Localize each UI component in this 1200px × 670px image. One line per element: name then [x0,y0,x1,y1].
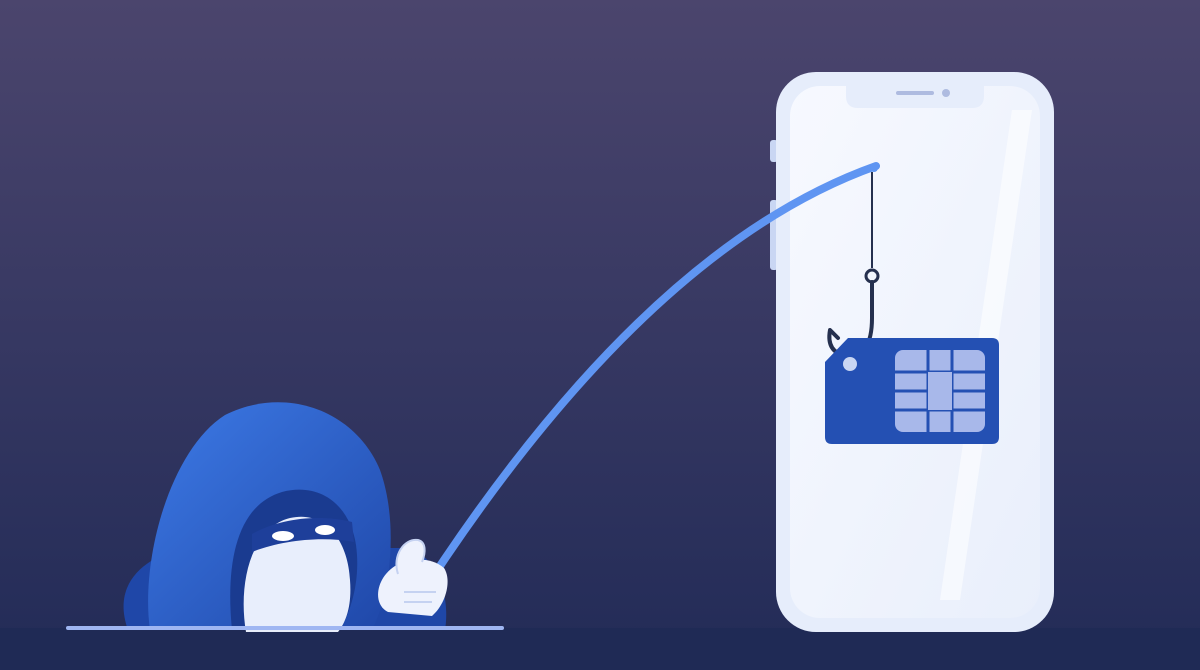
sim-card-icon [825,338,999,444]
left-eye [272,531,294,541]
phone-camera [942,89,950,97]
sim-card-hole [843,357,857,371]
phone-notch [846,86,984,108]
floor [0,628,1200,670]
phone-speaker [896,91,934,95]
sim-chip-icon [895,350,985,432]
illustration-canvas [0,0,1200,670]
right-eye [315,525,335,535]
fishing-rod-tip [870,164,878,172]
